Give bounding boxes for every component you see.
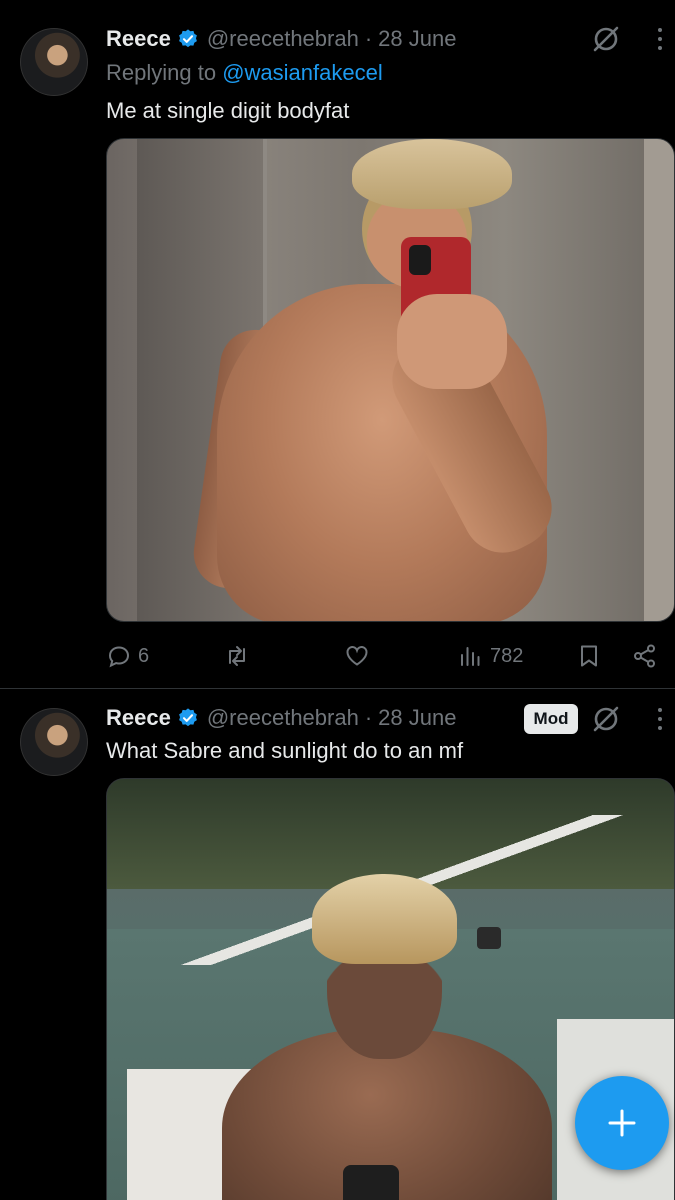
reply-button[interactable]: 6 (106, 636, 149, 676)
tweet-text: Me at single digit bodyfat (106, 98, 350, 123)
grok-icon[interactable] (590, 703, 622, 735)
divider (0, 688, 675, 689)
share-icon (634, 644, 655, 668)
reply-icon (108, 646, 130, 668)
replying-prefix: Replying to (106, 60, 217, 85)
views-icon (461, 647, 480, 666)
avatar[interactable] (20, 708, 88, 776)
tweet-actions: 6 782 (106, 636, 666, 676)
replying-to: Replying to @wasianfakecel (106, 60, 383, 86)
retweet-button[interactable] (224, 636, 250, 676)
compose-button[interactable] (575, 1076, 669, 1170)
views-button[interactable]: 782 (458, 636, 523, 676)
tweet-date[interactable]: 28 June (378, 26, 456, 52)
reply-count: 6 (138, 644, 150, 667)
tweet-header: Reece @reecethebrah · 28 June (106, 24, 456, 54)
tweet-photo[interactable] (106, 138, 675, 622)
author-handle[interactable]: @reecethebrah (207, 705, 359, 731)
photo-phone (343, 1165, 399, 1200)
more-vertical-icon[interactable] (652, 704, 668, 734)
verified-badge-icon (178, 708, 197, 727)
tweet-date[interactable]: 28 June (378, 705, 456, 731)
bookmark-icon (581, 645, 597, 667)
author-handle[interactable]: @reecethebrah (207, 26, 359, 52)
photo-frame (644, 139, 674, 621)
avatar[interactable] (20, 28, 88, 96)
tweet-header: Reece @reecethebrah · 28 June (106, 703, 456, 733)
mod-badge[interactable]: Mod (524, 704, 578, 734)
plus-icon (608, 1109, 636, 1137)
separator-dot: · (364, 26, 373, 51)
retweet-icon (229, 646, 245, 666)
share-button[interactable] (632, 636, 658, 676)
more-vertical-icon[interactable] (652, 24, 668, 54)
photo-hand (397, 294, 507, 389)
heart-icon (346, 646, 368, 666)
author-name[interactable]: Reece (106, 26, 171, 52)
photo-hair (352, 139, 512, 209)
tweet-text: What Sabre and sunlight do to an mf (106, 738, 464, 763)
like-button[interactable] (344, 636, 370, 676)
photo-light (477, 927, 501, 949)
grok-icon[interactable] (590, 23, 622, 55)
verified-badge-icon (178, 29, 197, 48)
views-count: 782 (490, 644, 524, 667)
reply-mention-link[interactable]: @wasianfakecel (222, 60, 383, 85)
photo-hair (312, 874, 457, 964)
tweet[interactable]: Reece @reecethebrah · 28 June Replying t… (0, 0, 675, 690)
author-name[interactable]: Reece (106, 705, 171, 731)
bookmark-button[interactable] (576, 636, 602, 676)
separator-dot: · (364, 705, 373, 730)
